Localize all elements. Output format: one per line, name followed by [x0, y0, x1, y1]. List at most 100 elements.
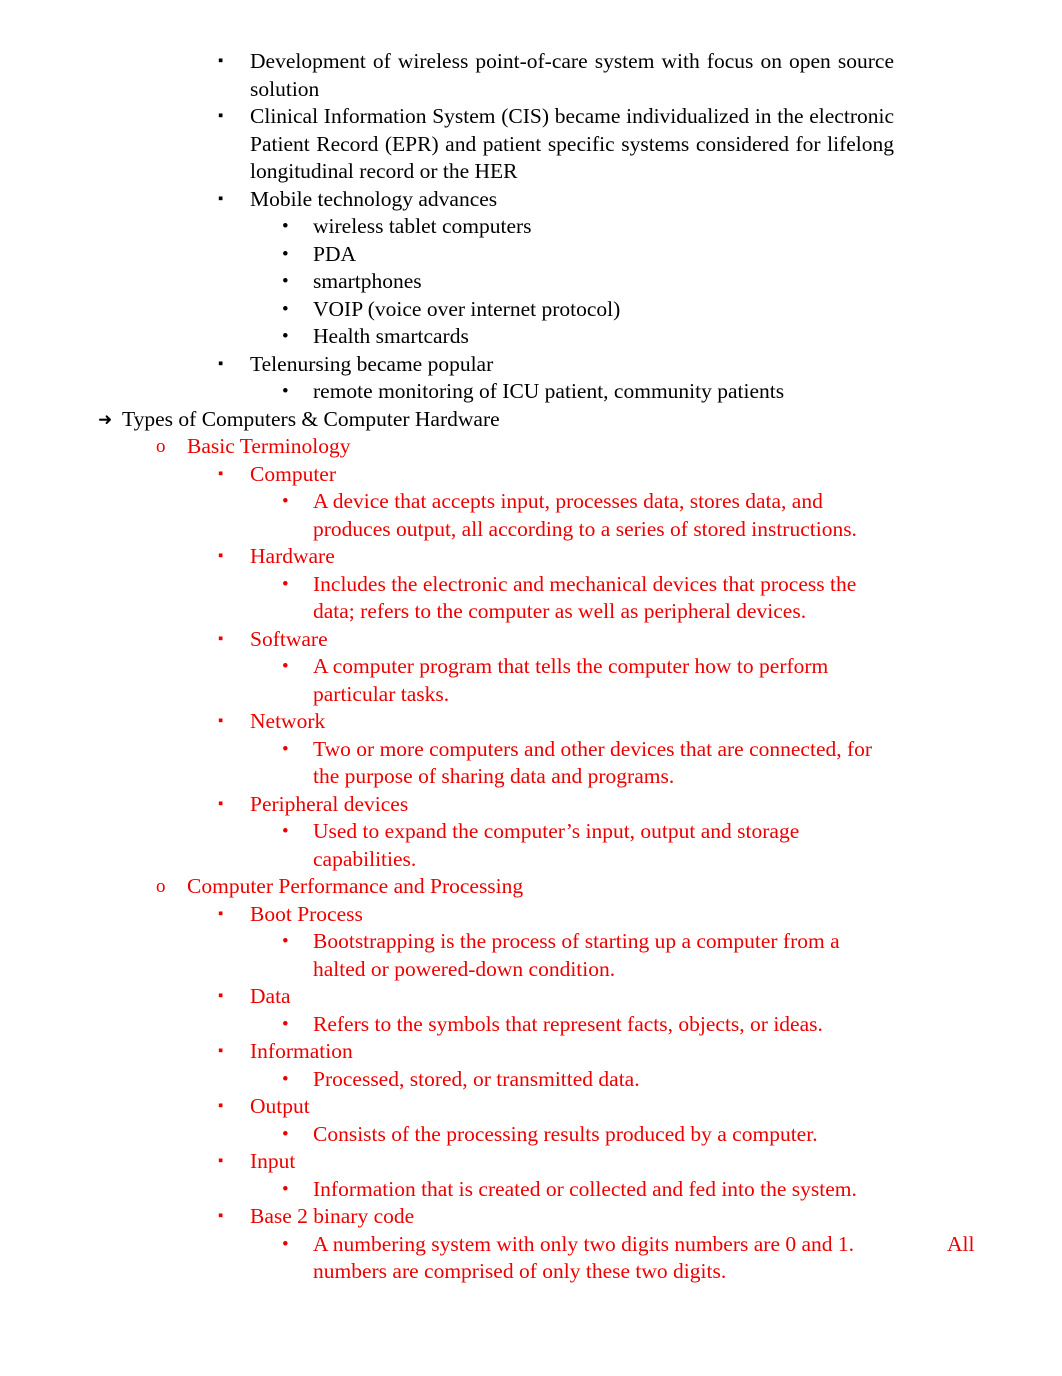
square-bullet-icon: ▪ — [218, 108, 224, 124]
outline-item-text: Input — [250, 1149, 296, 1173]
dot-bullet-icon: • — [282, 298, 289, 320]
dot-bullet-icon: • — [282, 1068, 289, 1090]
dot-bullet-icon: • — [282, 381, 289, 402]
outline-item: ▪ Mobile technology advances — [0, 186, 1062, 214]
outline-item: ▪ Development of wireless point-of-care s… — [0, 48, 1062, 103]
dot-bullet-icon: • — [282, 1013, 289, 1035]
square-bullet-icon: ▪ — [218, 630, 224, 647]
outline-item: ➜ Types of Computers & Computer Hardware — [0, 406, 1062, 434]
dot-bullet-icon: • — [282, 573, 289, 595]
square-bullet-icon: ▪ — [218, 905, 224, 922]
outline-item: ▪ Output — [0, 1093, 1062, 1121]
outline-item-text: remote monitoring of ICU patient, commun… — [313, 379, 785, 403]
outline-item: ▪ Hardware — [0, 543, 1062, 571]
outline-item-text: Health smartcards — [313, 324, 469, 348]
dot-bullet-icon: • — [282, 243, 289, 265]
dot-bullet-icon: • — [282, 216, 289, 237]
document-outline: ▪ Development of wireless point-of-care s… — [0, 48, 1062, 1286]
outline-item-continuation: numbers are comprised of only these two … — [313, 1259, 727, 1283]
outline-item: • A device that accepts input, processes … — [0, 488, 1062, 543]
outline-item: • A numbering system with only two digits… — [0, 1231, 1062, 1286]
outline-item-text: VOIP (voice over internet protocol) — [313, 296, 621, 321]
outline-item-text: Refers to the symbols that represent fac… — [313, 1011, 823, 1036]
outline-item: ▪ Base 2 binary code — [0, 1203, 1062, 1231]
outline-item: ▪ Software — [0, 626, 1062, 654]
square-bullet-icon: ▪ — [218, 1208, 224, 1224]
outline-item-text: Base 2 binary code — [250, 1204, 415, 1228]
outline-item: ▪ Peripheral devices — [0, 791, 1062, 819]
square-bullet-icon: ▪ — [218, 355, 224, 372]
outline-item-text: A computer program that tells the comput… — [313, 654, 829, 706]
outline-item-text: Computer — [250, 461, 336, 486]
outline-item-text: Basic Terminology — [187, 434, 351, 458]
dot-bullet-icon: • — [282, 738, 289, 760]
outline-item: • PDA — [0, 241, 1062, 269]
outline-item: • Refers to the symbols that represent fa… — [0, 1011, 1062, 1039]
outline-item: • Bootstrapping is the process of startin… — [0, 928, 1062, 983]
outline-item: • Two or more computers and other devices… — [0, 736, 1062, 791]
outline-item: ▪ Computer — [0, 461, 1062, 489]
outline-item-text: Consists of the processing results produ… — [313, 1121, 818, 1146]
outline-item-text: Telenursing became popular — [250, 351, 494, 376]
circle-letter-bullet-icon: o — [156, 876, 166, 897]
outline-item-text: Includes the electronic and mechanical d… — [313, 571, 857, 624]
dot-bullet-icon: • — [282, 821, 289, 842]
dot-bullet-icon: • — [282, 326, 289, 347]
trailing-text-fragment: All — [947, 1231, 975, 1256]
square-bullet-icon: ▪ — [218, 1043, 224, 1059]
outline-item: • A computer program that tells the compu… — [0, 653, 1062, 708]
outline-item-text: Types of Computers & Computer Hardware — [122, 406, 500, 431]
outline-item-text: Data — [250, 984, 291, 1008]
outline-item-text: Hardware — [250, 544, 335, 568]
outline-item-text: PDA — [313, 241, 357, 266]
document-page: ▪ Development of wireless point-of-care s… — [0, 0, 1062, 1376]
outline-item: o Basic Terminology — [0, 433, 1062, 461]
outline-item: • Consists of the processing results prod… — [0, 1121, 1062, 1149]
outline-item-text: wireless tablet computers — [313, 214, 532, 238]
outline-item-text: smartphones — [313, 269, 422, 293]
square-bullet-icon: ▪ — [218, 713, 224, 729]
square-bullet-icon: ▪ — [218, 548, 224, 564]
outline-item: • Health smartcards — [0, 323, 1062, 351]
square-bullet-icon: ▪ — [218, 988, 224, 1004]
outline-item: • remote monitoring of ICU patient, commu… — [0, 378, 1062, 406]
outline-item: ▪ Clinical Information System (CIS) becam… — [0, 103, 1062, 186]
outline-item-text: Mobile technology advances — [250, 186, 498, 211]
dot-bullet-icon: • — [282, 931, 289, 952]
square-bullet-icon: ▪ — [218, 1098, 224, 1114]
outline-item-text: Network — [250, 709, 326, 733]
dot-bullet-icon: • — [282, 491, 289, 512]
outline-item: ▪ Data — [0, 983, 1062, 1011]
dot-bullet-icon: • — [282, 271, 289, 292]
outline-item: • Used to expand the computer’s input, ou… — [0, 818, 1062, 873]
outline-item-text: A numbering system with only two digits … — [313, 1231, 855, 1256]
outline-item-text: Peripheral devices — [250, 791, 409, 816]
outline-item: o Computer Performance and Processing — [0, 873, 1062, 901]
outline-item-text: Development of wireless point-of-care sy… — [250, 49, 894, 101]
square-bullet-icon: ▪ — [218, 190, 224, 207]
outline-item: ▪ Telenursing became popular — [0, 351, 1062, 379]
outline-item-text: A device that accepts input, processes d… — [313, 489, 857, 541]
outline-item-text: Two or more computers and other devices … — [313, 736, 873, 789]
outline-item-text: Processed, stored, or transmitted data. — [313, 1066, 640, 1091]
outline-item-text: Clinical Information System (CIS) became… — [250, 104, 894, 183]
outline-item: ▪ Information — [0, 1038, 1062, 1066]
dot-bullet-icon: • — [282, 656, 289, 677]
outline-item: • Includes the electronic and mechanical … — [0, 571, 1062, 626]
outline-item: • wireless tablet computers — [0, 213, 1062, 241]
outline-item-text: Bootstrapping is the process of starting… — [313, 929, 840, 981]
outline-item: • smartphones — [0, 268, 1062, 296]
outline-item-text: Used to expand the computer’s input, out… — [313, 819, 800, 871]
square-bullet-icon: ▪ — [218, 1153, 224, 1169]
outline-item: • Processed, stored, or transmitted data. — [0, 1066, 1062, 1094]
outline-item: ▪ Boot Process — [0, 901, 1062, 929]
outline-item-text: Boot Process — [250, 901, 363, 926]
outline-item-text: Computer Performance and Processing — [187, 874, 524, 898]
arrow-bullet-icon: ➜ — [98, 409, 113, 429]
outline-item: • Information that is created or collecte… — [0, 1176, 1062, 1204]
outline-item-text: Output — [250, 1094, 310, 1118]
dot-bullet-icon: • — [282, 1123, 289, 1145]
dot-bullet-icon: • — [282, 1178, 289, 1200]
outline-item: • VOIP (voice over internet protocol) — [0, 296, 1062, 324]
dot-bullet-icon: • — [282, 1233, 289, 1255]
